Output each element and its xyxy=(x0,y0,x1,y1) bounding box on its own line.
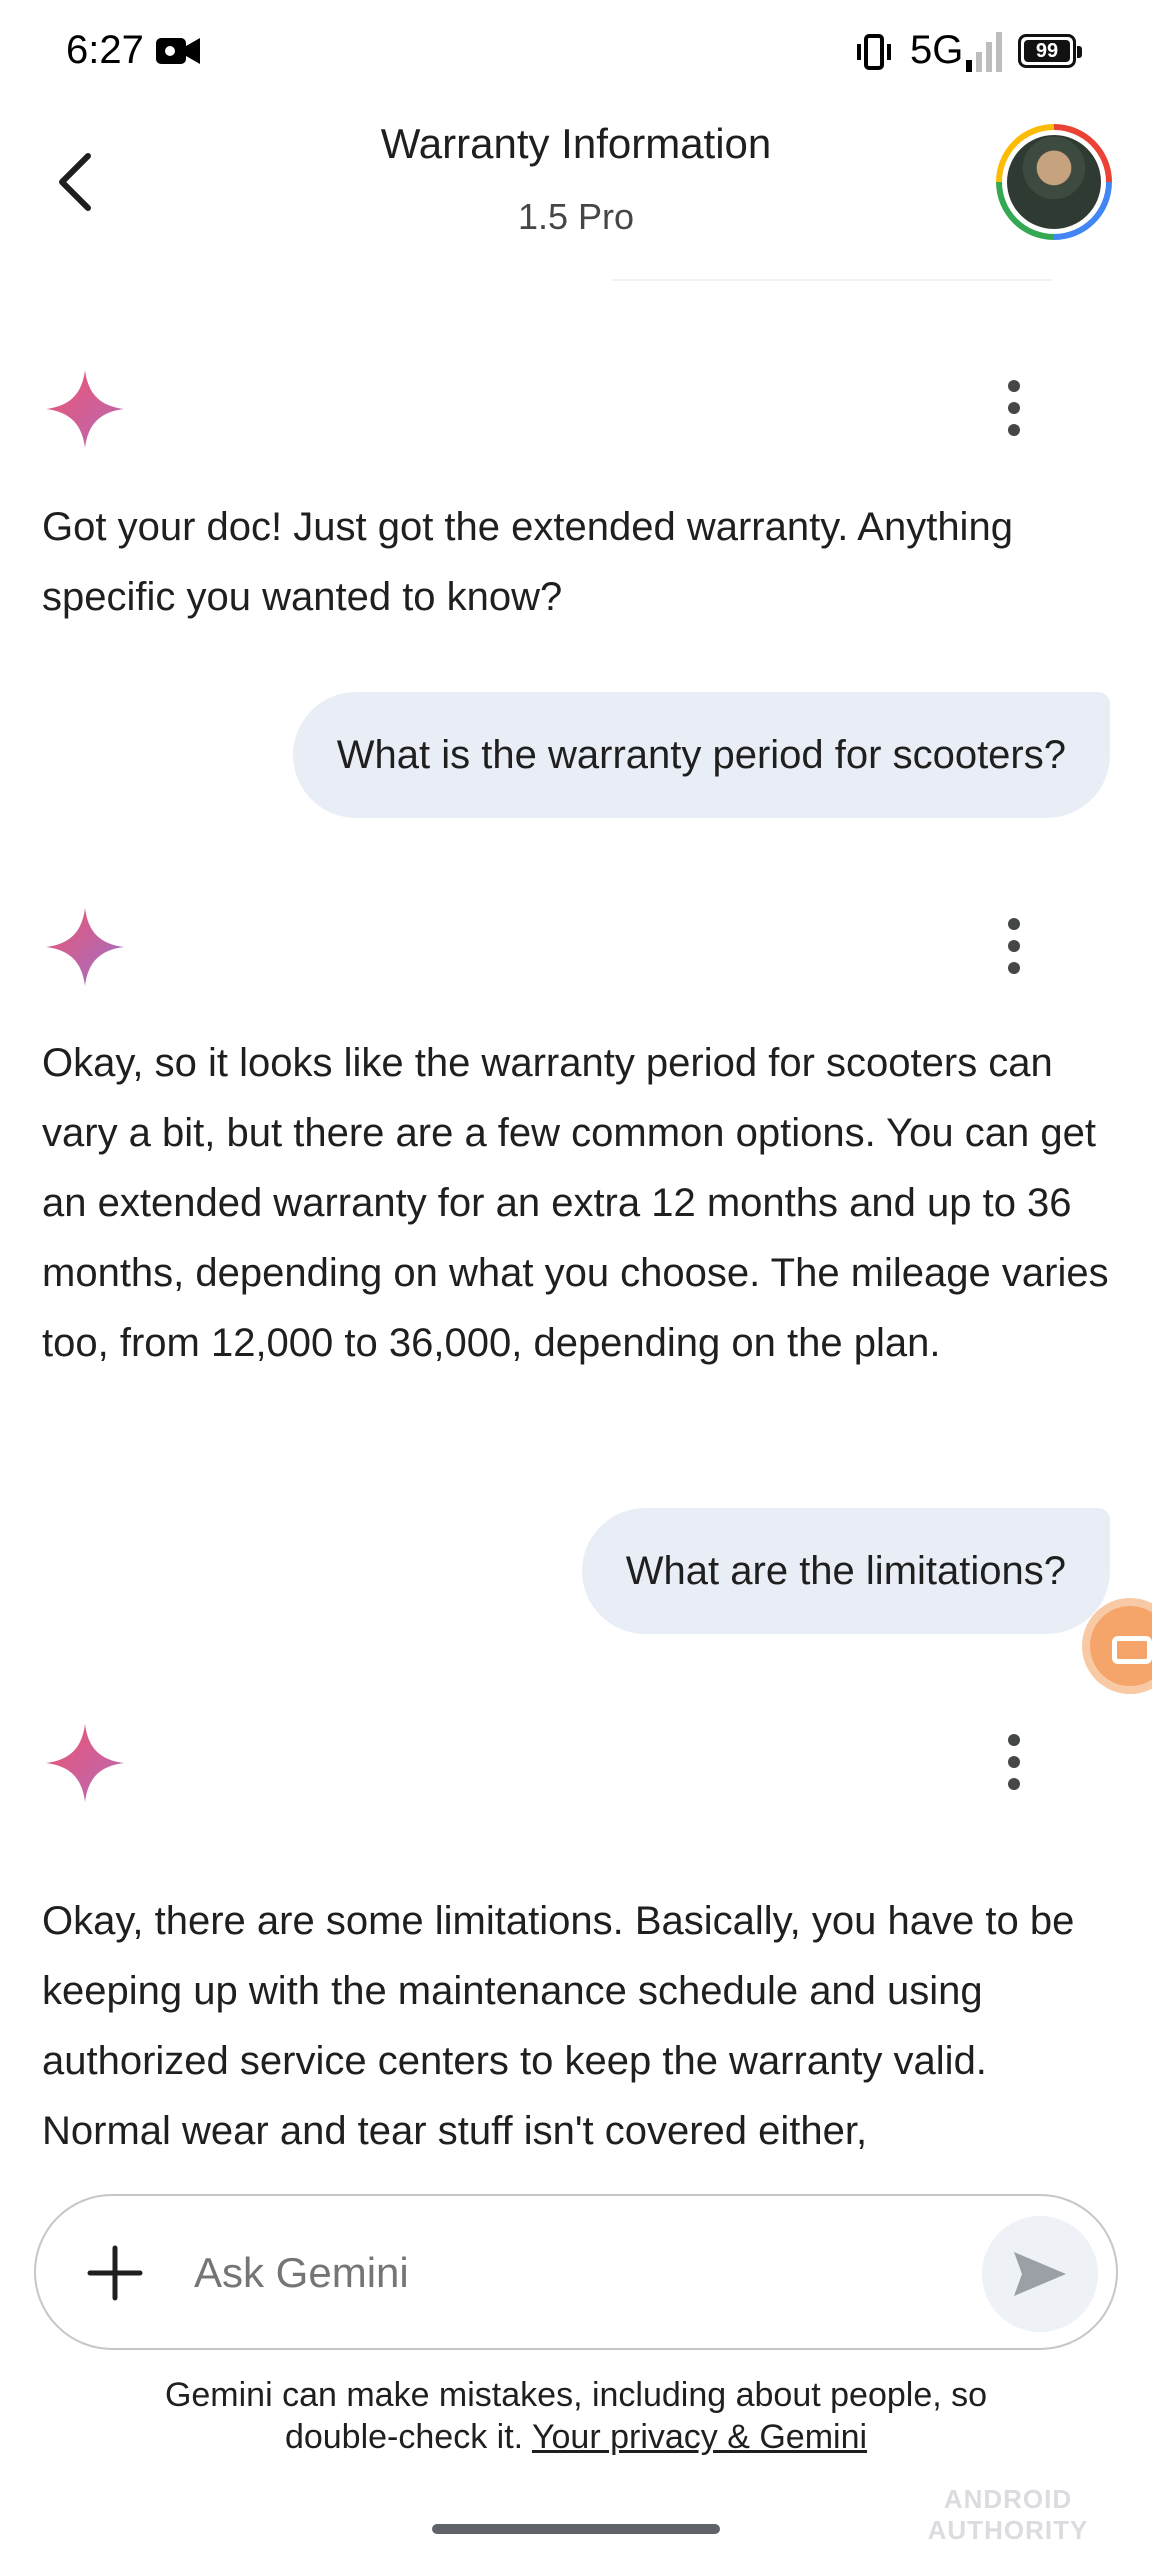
send-button[interactable] xyxy=(982,2216,1098,2332)
header-divider xyxy=(612,279,1052,281)
signal-strength-icon xyxy=(966,32,1002,72)
bot-message: Got your doc! Just got the extended warr… xyxy=(42,505,1013,619)
prompt-input[interactable] xyxy=(192,2236,992,2310)
disclaimer-line: Gemini can make mistakes, including abou… xyxy=(164,2376,988,2414)
battery-level: 99 xyxy=(1035,39,1059,62)
profile-avatar[interactable] xyxy=(996,124,1112,240)
vibrate-icon xyxy=(857,34,891,70)
more-vert-icon[interactable] xyxy=(1000,378,1028,438)
network-type: 5G xyxy=(910,28,964,72)
home-indicator[interactable] xyxy=(432,2524,720,2534)
more-vert-icon[interactable] xyxy=(1000,916,1028,976)
page-title: Warranty Information xyxy=(380,120,772,167)
bot-message: Okay, so it looks like the warranty peri… xyxy=(42,1041,1109,1365)
user-message: What is the warranty period for scooters… xyxy=(292,692,1110,818)
screen-record-icon xyxy=(156,38,200,64)
gemini-sparkle-icon xyxy=(46,1724,124,1802)
user-message: What are the limitations? xyxy=(581,1508,1110,1634)
privacy-link[interactable]: Your privacy & Gemini xyxy=(532,2418,867,2456)
plus-icon[interactable] xyxy=(86,2244,144,2302)
more-vert-icon[interactable] xyxy=(1000,1732,1028,1792)
gemini-sparkle-icon xyxy=(46,370,124,448)
disclaimer-line: double-check it. xyxy=(284,2418,524,2456)
prompt-bar xyxy=(34,2194,1118,2350)
avatar xyxy=(1007,135,1101,229)
model-label[interactable]: 1.5 Pro xyxy=(0,196,1152,238)
gemini-sparkle-icon xyxy=(46,908,124,986)
bot-message: Okay, there are some limitations. Basica… xyxy=(42,1899,1075,2153)
status-bar: 6:27 5G 99 xyxy=(0,0,1152,104)
status-time: 6:27 xyxy=(66,28,144,72)
battery-icon: 99 xyxy=(1018,34,1082,68)
watermark: ANDROID AUTHORITY xyxy=(927,2484,1089,2545)
disclaimer: Gemini can make mistakes, including abou… xyxy=(0,2374,1152,2458)
send-icon xyxy=(1014,2252,1066,2296)
